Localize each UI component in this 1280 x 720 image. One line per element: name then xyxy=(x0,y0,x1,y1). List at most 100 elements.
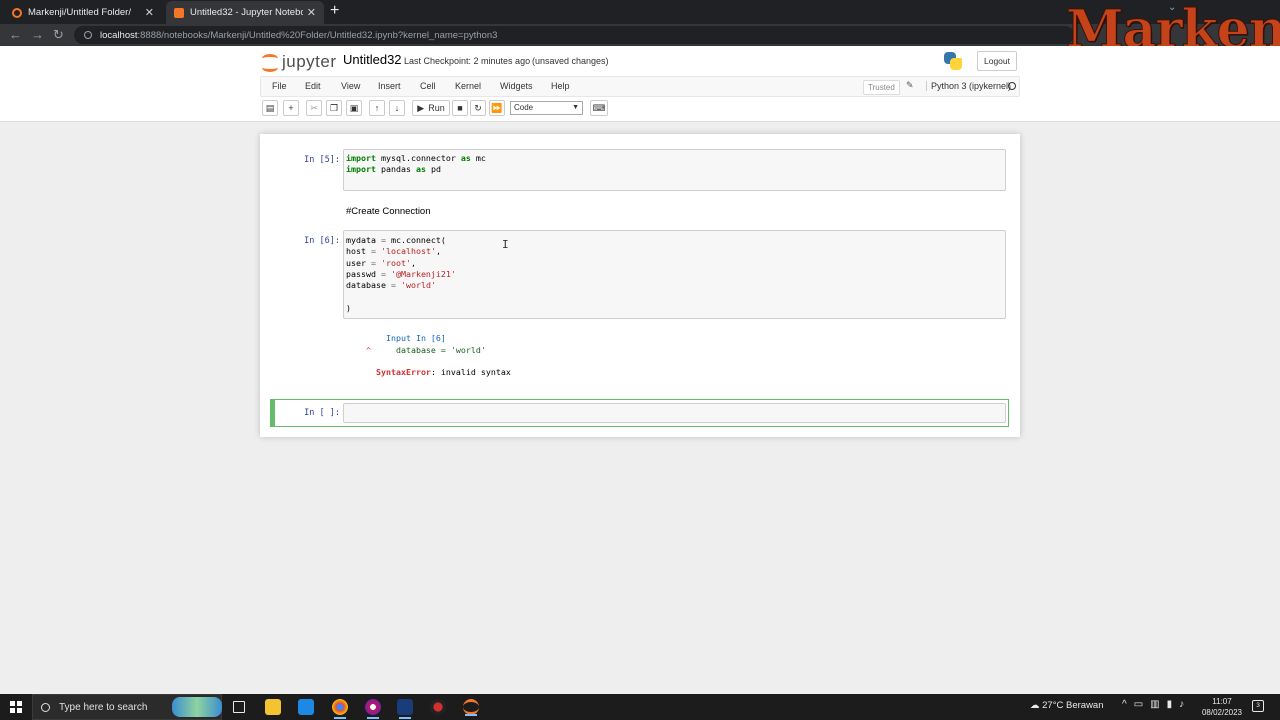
volume-icon[interactable]: ♪ xyxy=(1179,699,1191,710)
kernel-idle-indicator-icon xyxy=(1008,82,1016,90)
input-prompt: In [5]: xyxy=(304,155,340,165)
code-token: ) xyxy=(346,302,351,313)
tab-notebook[interactable]: Untitled32 - Jupyter Notebook ✕ xyxy=(166,1,324,24)
menu-view[interactable]: View xyxy=(341,81,360,91)
cloud-icon: ☁ xyxy=(1030,700,1040,711)
code-string: 'world' xyxy=(400,280,436,291)
close-tab-icon[interactable]: ✕ xyxy=(307,6,316,19)
notebook-menubar: File Edit View Insert Cell Kernel Widget… xyxy=(260,76,1020,97)
move-down-icon[interactable]: ↓ xyxy=(389,100,405,116)
code-token: pd xyxy=(425,164,441,175)
jupyter-favicon-icon xyxy=(12,7,22,18)
code-cell-input[interactable]: mydata = mc.connect(host = 'localhost', u… xyxy=(343,230,1006,319)
input-prompt: In [6]: xyxy=(304,236,340,246)
jupyter-wordmark: jupyter xyxy=(282,52,337,71)
code-line: import mysql.connector as mc xyxy=(346,153,1003,164)
paste-icon[interactable]: ▣ xyxy=(346,100,362,116)
cell-type-select[interactable]: Code ▼ xyxy=(510,101,583,115)
kernel-name[interactable]: Python 3 (ipykernel) xyxy=(926,81,1011,91)
restart-kernel-icon[interactable]: ↻ xyxy=(470,100,486,116)
run-label: Run xyxy=(428,103,445,113)
command-palette-icon[interactable]: ⌨ xyxy=(590,100,608,116)
file-explorer-icon[interactable] xyxy=(265,699,281,715)
save-icon[interactable]: ▤ xyxy=(262,100,278,116)
menu-kernel[interactable]: Kernel xyxy=(455,81,481,91)
traceback-error: SyntaxError: invalid syntax xyxy=(346,356,511,377)
close-tab-icon[interactable]: ✕ xyxy=(145,6,154,19)
code-token: mydata xyxy=(346,235,381,245)
code-token: user xyxy=(346,257,371,268)
display-icon[interactable]: ▭ xyxy=(1134,699,1150,710)
code-keyword: as xyxy=(460,153,471,163)
code-line: database = 'world' xyxy=(346,280,1003,291)
restart-run-all-icon[interactable]: ⏩ xyxy=(489,100,505,116)
logout-button[interactable]: Logout xyxy=(977,51,1017,71)
code-token: , xyxy=(435,246,441,257)
menu-insert[interactable]: Insert xyxy=(378,81,401,91)
play-icon: ▶ xyxy=(417,102,425,113)
reload-icon[interactable]: ↻ xyxy=(53,26,64,44)
mail-icon[interactable] xyxy=(298,699,314,715)
insert-cell-below-icon[interactable]: + xyxy=(283,100,299,116)
code-cell-input[interactable]: import mysql.connector as mc import panda… xyxy=(343,149,1006,191)
battery-icon[interactable]: ▮ xyxy=(1167,699,1180,710)
weather-text: 27°C Berawan xyxy=(1042,700,1104,711)
error-name: SyntaxError xyxy=(375,366,431,377)
windows-taskbar: Type here to search ☁ 27°C Berawan ^▭▥▮♪… xyxy=(0,694,1280,720)
menu-edit[interactable]: Edit xyxy=(305,81,321,91)
back-icon[interactable]: ← xyxy=(9,26,22,44)
url-field[interactable]: localhost:8888/notebooks/Markenji/Untitl… xyxy=(74,26,1074,44)
site-info-icon[interactable] xyxy=(84,31,92,39)
code-string: 'root' xyxy=(380,257,411,268)
recorder-icon[interactable] xyxy=(430,699,446,715)
copy-icon[interactable]: ❐ xyxy=(326,100,342,116)
text-cursor-icon: I xyxy=(502,238,509,251)
cut-icon[interactable]: ✂ xyxy=(306,100,322,116)
code-line: import pandas as pd xyxy=(346,164,1003,175)
chevron-up-icon[interactable]: ^ xyxy=(1122,699,1134,710)
notebook-name[interactable]: Untitled32 xyxy=(343,52,402,67)
markdown-cell[interactable]: #Create Connection xyxy=(346,206,431,217)
jupyter-logo[interactable]: jupyter xyxy=(262,52,337,72)
trusted-indicator[interactable]: Trusted xyxy=(863,80,900,95)
code-token: mc.connect( xyxy=(385,235,446,245)
system-tray[interactable]: ^▭▥▮♪ xyxy=(1122,699,1191,710)
code-line: host = 'localhost', xyxy=(346,246,1003,257)
traceback-input-ref: Input In [6] xyxy=(375,333,446,344)
unsaved-status: (unsaved changes) xyxy=(532,56,609,66)
menu-help[interactable]: Help xyxy=(551,81,570,91)
notebook-favicon-icon xyxy=(174,7,184,18)
notebook-toolbar: ▤ + ✂ ❐ ▣ ↑ ↓ ▶ Run ■ ↻ ⏩ Code ▼ ⌨ xyxy=(260,100,1020,118)
jupyter-taskbar-icon[interactable] xyxy=(463,699,479,716)
chrome-profile-icon[interactable] xyxy=(365,699,381,719)
jupyter-header: jupyter Untitled32 Last Checkpoint: 2 mi… xyxy=(0,46,1280,122)
interrupt-kernel-icon[interactable]: ■ xyxy=(452,100,468,116)
input-prompt: In [ ]: xyxy=(304,408,340,418)
code-cell-input[interactable] xyxy=(343,403,1006,423)
jupyter-logo-icon xyxy=(262,53,278,72)
tab-title: Markenji/Untitled Folder/ xyxy=(28,7,131,18)
notebook-container: In [5]: import mysql.connector as mc impo… xyxy=(260,134,1020,437)
error-message: : invalid syntax xyxy=(430,366,511,377)
menu-file[interactable]: File xyxy=(272,81,287,91)
network-icon[interactable]: ▥ xyxy=(1150,699,1166,710)
code-token: mysql.connector xyxy=(375,153,461,163)
chrome-icon[interactable] xyxy=(332,699,348,719)
menu-cell[interactable]: Cell xyxy=(420,81,436,91)
run-button[interactable]: ▶ Run xyxy=(412,100,450,116)
task-view-icon[interactable] xyxy=(233,701,245,713)
vscode-icon[interactable] xyxy=(397,699,413,719)
weather-widget[interactable]: ☁ 27°C Berawan xyxy=(1030,700,1104,711)
search-highlight-icon[interactable] xyxy=(172,697,222,717)
search-icon xyxy=(41,702,50,712)
taskbar-clock[interactable]: 11:07 08/02/2023 xyxy=(1198,696,1246,718)
new-tab-button[interactable]: + xyxy=(330,2,339,20)
code-string: 'localhost' xyxy=(380,246,436,257)
tab-folder[interactable]: Markenji/Untitled Folder/ ✕ xyxy=(4,1,162,24)
notification-center-icon[interactable]: 3 xyxy=(1252,700,1264,712)
windows-start-icon[interactable] xyxy=(10,701,22,713)
forward-icon[interactable]: → xyxy=(31,26,44,44)
error-output: Input In [6] database = 'world' ^ Syntax… xyxy=(346,322,511,377)
move-up-icon[interactable]: ↑ xyxy=(369,100,385,116)
menu-widgets[interactable]: Widgets xyxy=(500,81,533,91)
